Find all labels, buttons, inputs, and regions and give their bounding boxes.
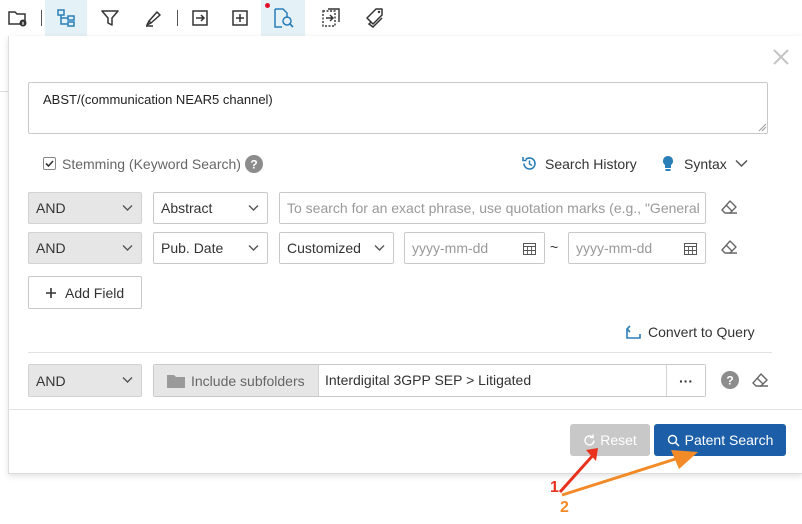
row1-field-value: Abstract [161,200,213,216]
query-text: ABST/(communication NEAR5 channel) [43,92,273,107]
more-button[interactable]: ··· [666,365,705,396]
notification-dot [265,3,270,8]
add-box-icon[interactable] [226,0,254,36]
folder-operator-select[interactable]: AND [28,364,142,397]
export-icon[interactable] [186,0,214,36]
arrow-to-search [561,454,686,497]
include-subfolders-label: Include subfolders [191,372,305,389]
row2-field-value: Pub. Date [161,240,224,256]
footer-divider [8,409,802,410]
convert-icon[interactable] [626,325,641,339]
lightbulb-icon[interactable] [662,155,674,172]
chevron-down-icon [122,377,133,383]
query-textarea[interactable]: ABST/(communication NEAR5 channel) [28,82,768,134]
folder-path: Interdigital 3GPP SEP > Litigated [325,372,532,388]
row1-value-placeholder: To search for an exact phrase, use quota… [287,200,700,216]
stemming-checkbox[interactable] [43,157,56,170]
search-history-link[interactable]: Search History [545,156,637,172]
compare-icon[interactable] [317,0,345,36]
convert-to-query-link[interactable]: Convert to Query [648,324,755,340]
row2-operator-value: AND [36,240,66,256]
section-divider [28,352,772,353]
tags-icon[interactable] [362,0,390,36]
chevron-down-icon [248,205,259,211]
date-from-input[interactable]: yyyy-mm-dd [404,232,545,264]
row1-operator-select[interactable]: AND [28,192,142,224]
folder-info-icon[interactable] [4,0,32,36]
row1-value-input[interactable]: To search for an exact phrase, use quota… [279,192,706,224]
add-field-button[interactable]: Add Field [28,276,142,309]
date-from-placeholder: yyyy-mm-dd [412,240,489,256]
include-subfolders-toggle[interactable]: Include subfolders [154,365,319,396]
syntax-link[interactable]: Syntax [684,156,727,172]
row1-operator-value: AND [36,200,66,216]
filter-icon[interactable] [96,0,124,36]
close-icon[interactable] [770,46,792,68]
chevron-down-icon[interactable] [735,159,748,168]
eraser-icon[interactable] [720,239,738,255]
plus-icon [46,287,56,298]
date-to-placeholder: yyyy-mm-dd [576,240,653,256]
svg-text:?: ? [726,374,733,388]
chevron-down-icon [248,245,259,251]
date-to-input[interactable]: yyyy-mm-dd [568,232,706,264]
chevron-down-icon [374,245,385,251]
chevron-down-icon [122,205,133,211]
date-range-separator: ~ [550,239,559,255]
row2-mode-value: Customized [287,240,361,256]
annotation-label-2: 2 [560,499,569,516]
row2-mode-select[interactable]: Customized [279,232,394,264]
help-icon[interactable]: ? [721,371,739,389]
calendar-icon[interactable] [684,242,697,255]
toolbar-divider [41,10,42,26]
row1-field-select[interactable]: Abstract [153,192,268,224]
more-icon: ··· [679,372,693,389]
chevron-down-icon [122,245,133,251]
eraser-icon[interactable] [751,372,769,388]
highlighter-icon[interactable] [140,0,168,36]
row2-operator-select[interactable]: AND [28,232,142,264]
toolbar [0,0,802,36]
add-field-label: Add Field [65,284,125,301]
toolbar-divider [177,10,178,26]
tree-view-icon[interactable] [45,0,87,36]
history-icon[interactable] [521,155,538,172]
eraser-icon[interactable] [720,199,738,215]
annotation-label-1: 1 [550,479,559,496]
resize-handle-icon[interactable] [758,123,767,132]
arrow-head-search [671,450,698,469]
stemming-label: Stemming (Keyword Search) [62,156,241,172]
folder-icon [167,374,185,388]
row2-field-select[interactable]: Pub. Date [153,232,268,264]
page-divider [0,91,8,92]
folder-operator-value: AND [36,372,66,389]
calendar-icon[interactable] [523,242,536,255]
svg-text:?: ? [250,158,257,172]
help-icon[interactable]: ? [245,155,263,173]
folder-selector[interactable]: Include subfolders Interdigital 3GPP SEP… [153,364,706,397]
